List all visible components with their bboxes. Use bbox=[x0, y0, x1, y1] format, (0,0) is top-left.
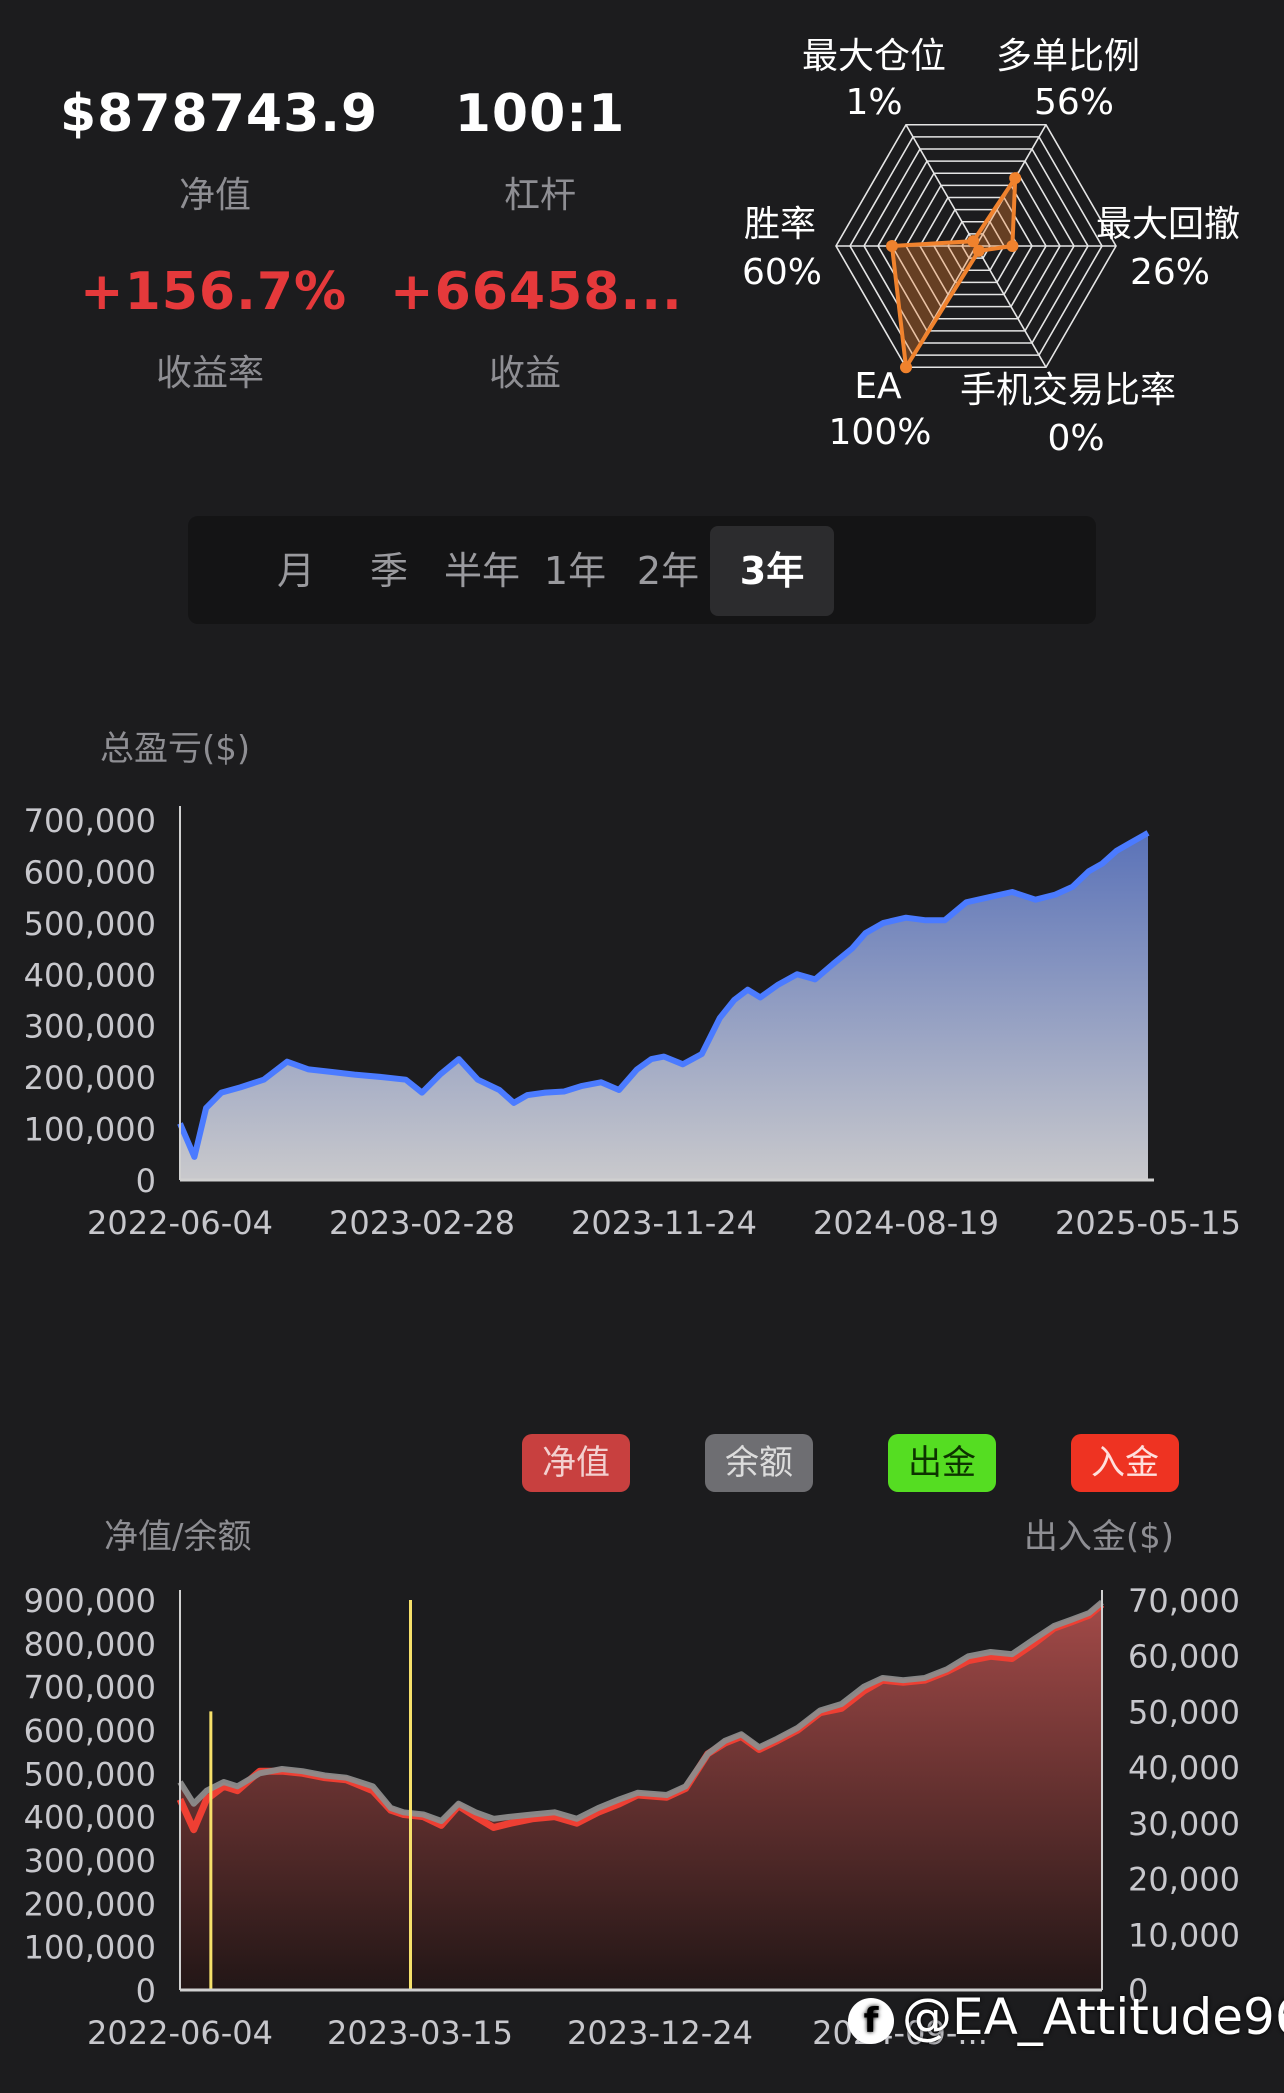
legend-net-value-button[interactable]: 净值 bbox=[522, 1434, 630, 1492]
pnl-xtick: 2025-05-15 bbox=[1055, 1204, 1241, 1242]
tab-3-year[interactable]: 3年 bbox=[710, 526, 834, 616]
nav-xtick: 2023-03-15 bbox=[327, 2014, 513, 2052]
nav-ytick: 100,000 bbox=[24, 1929, 156, 1967]
nav-ytick: 500,000 bbox=[24, 1755, 156, 1793]
radar-chart: 最大仓位 1% 多单比例 56% 最大回撤 26% 手机交易比率 0% EA 100% 胜率 60% bbox=[700, 30, 1284, 490]
radar-axis-value: 0% bbox=[1047, 418, 1104, 459]
radar-data-point bbox=[1009, 172, 1022, 185]
nav-y2tick: 30,000 bbox=[1128, 1805, 1240, 1843]
nav-y2tick: 70,000 bbox=[1128, 1582, 1240, 1620]
radar-axis-value: 56% bbox=[1034, 82, 1114, 123]
pnl-ytick: 600,000 bbox=[24, 853, 156, 891]
nav-xtick: 2022-06-04 bbox=[87, 2014, 273, 2052]
pnl-ytick: 200,000 bbox=[24, 1059, 156, 1097]
return-rate-label: 收益率 bbox=[155, 353, 264, 394]
radar-data-point bbox=[1006, 240, 1019, 252]
radar-axis-value: 1% bbox=[845, 82, 902, 123]
nav-ytick: 400,000 bbox=[24, 1799, 156, 1837]
period-tabs: 月 季 半年 1年 2年 3年 bbox=[188, 516, 1096, 624]
pnl-ytick: 500,000 bbox=[24, 905, 156, 943]
nav-ytick: 200,000 bbox=[24, 1885, 156, 1923]
total-pnl-chart: 总盈亏($) 700,000 600,000 500,000 400,000 300,00… bbox=[24, 729, 1241, 1242]
nav-y2tick: 10,000 bbox=[1128, 1916, 1240, 1954]
radar-axis-name: 胜率 bbox=[744, 204, 816, 245]
radar-axis-value: 26% bbox=[1130, 252, 1210, 293]
nav-y2label: 出入金($) bbox=[1024, 1517, 1174, 1557]
radar-axis-value: 60% bbox=[742, 252, 822, 293]
profit-stat: +66458... 收益 bbox=[390, 262, 683, 396]
pnl-xtick: 2024-08-19 bbox=[813, 1204, 999, 1242]
nav-y2tick: 60,000 bbox=[1128, 1638, 1240, 1676]
radar-axis-name: 多单比例 bbox=[996, 36, 1140, 77]
net-value-label: 净值 bbox=[178, 175, 251, 216]
radar-axis-name: 最大回撤 bbox=[1096, 204, 1240, 245]
nav-y2tick: 20,000 bbox=[1128, 1861, 1240, 1899]
nav-ytick: 600,000 bbox=[24, 1712, 156, 1750]
pnl-xtick: 2023-11-24 bbox=[571, 1204, 757, 1242]
pnl-ytick: 400,000 bbox=[24, 956, 156, 994]
pnl-ytick: 700,000 bbox=[24, 802, 156, 840]
pnl-ytick: 0 bbox=[136, 1162, 156, 1200]
pnl-ytick: 100,000 bbox=[24, 1111, 156, 1149]
watermark-text: @EA_Attitude960 bbox=[902, 1988, 1284, 2046]
nav-ytick: 800,000 bbox=[24, 1625, 156, 1663]
radar-axis-value: 100% bbox=[829, 412, 932, 453]
pnl-xtick: 2022-06-04 bbox=[87, 1204, 273, 1242]
nav-ytick: 700,000 bbox=[24, 1669, 156, 1707]
net-value-stat: $878743.9 净值 bbox=[60, 84, 379, 218]
profit-label: 收益 bbox=[488, 353, 561, 394]
nav-y2tick: 40,000 bbox=[1128, 1749, 1240, 1787]
nav-xtick: 2023-12-24 bbox=[567, 2014, 753, 2052]
radar-data-point bbox=[886, 240, 898, 252]
nav-y2tick: 50,000 bbox=[1128, 1693, 1240, 1731]
legend-deposit-button[interactable]: 入金 bbox=[1071, 1434, 1179, 1492]
nav-ytick: 300,000 bbox=[24, 1842, 156, 1880]
pnl-xtick: 2023-02-28 bbox=[329, 1204, 515, 1242]
profit-value: +66458... bbox=[390, 262, 683, 322]
legend-withdrawal-button[interactable]: 出金 bbox=[888, 1434, 996, 1492]
radar-axis-name: 手机交易比率 bbox=[960, 370, 1176, 411]
net-value: $878743.9 bbox=[60, 84, 379, 144]
return-rate-stat: +156.7% 收益率 bbox=[80, 262, 348, 396]
nav-ytick: 900,000 bbox=[24, 1582, 156, 1620]
leverage-label: 杠杆 bbox=[503, 175, 576, 216]
nav-ytick: 0 bbox=[136, 1972, 156, 2010]
radar-data-point bbox=[972, 244, 985, 257]
radar-axis-name: EA bbox=[854, 366, 902, 407]
leverage-value: 100:1 bbox=[454, 84, 626, 144]
radar-axis-name: 最大仓位 bbox=[802, 36, 946, 77]
radar-data-point bbox=[900, 361, 912, 374]
return-rate-value: +156.7% bbox=[80, 262, 348, 322]
watermark-logo-icon: f bbox=[848, 1997, 894, 2044]
pnl-area bbox=[180, 832, 1148, 1180]
leverage-stat: 100:1 杠杆 bbox=[440, 84, 640, 218]
watermark: f@EA_Attitude960 bbox=[848, 1988, 1284, 2046]
pnl-ytick: 300,000 bbox=[24, 1008, 156, 1046]
net-value-balance-chart: 净值/余额 出入金($) 900,000 800,000 700,000 600,000 5… bbox=[24, 1517, 1240, 2052]
pnl-ylabel: 总盈亏($) bbox=[100, 729, 250, 769]
radar-svg: 最大仓位 1% 多单比例 56% 最大回撤 26% 手机交易比率 0% EA 100% 胜率 60% bbox=[742, 36, 1240, 459]
legend-balance-button[interactable]: 余额 bbox=[705, 1434, 813, 1492]
nav-ylabel: 净值/余额 bbox=[104, 1517, 251, 1557]
